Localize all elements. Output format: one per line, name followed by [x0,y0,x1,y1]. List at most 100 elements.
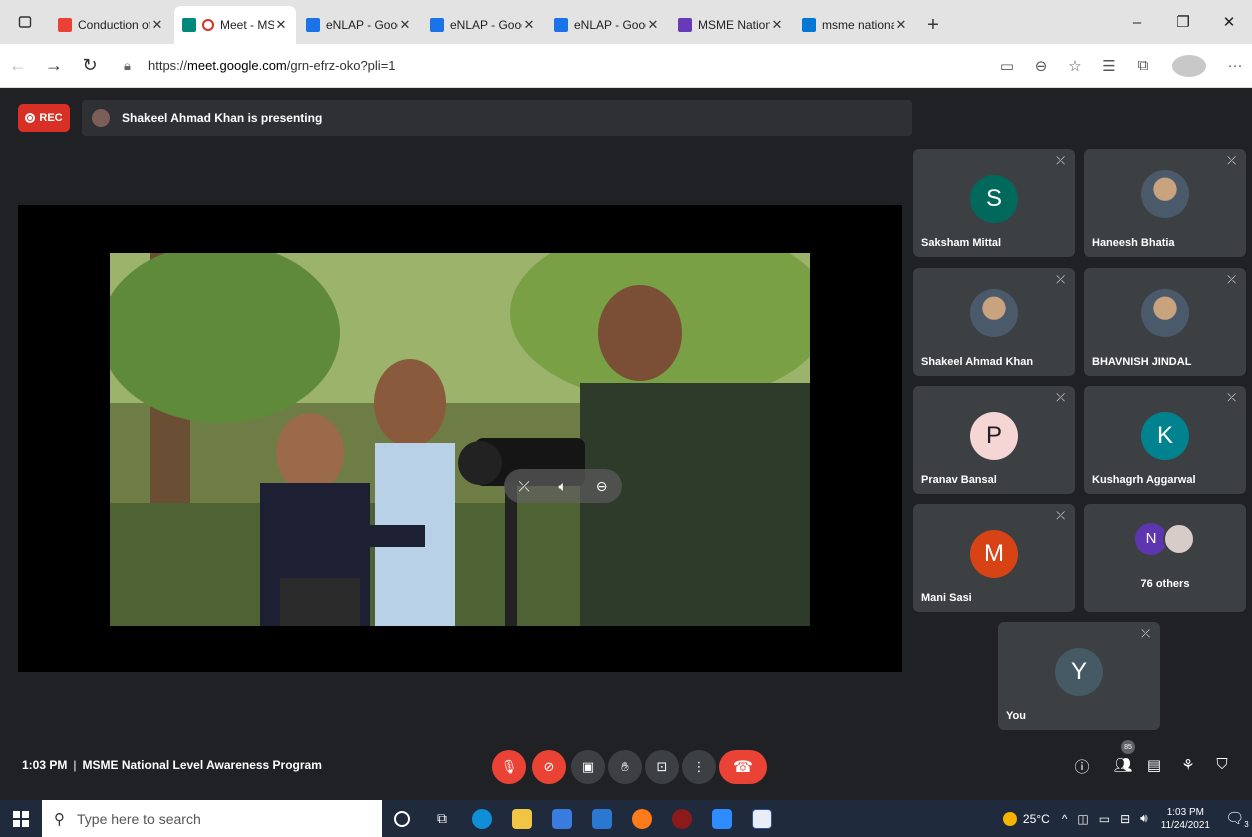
firefox-icon[interactable] [622,800,662,837]
url-host: meet.google.com [187,58,287,73]
participant-tile[interactable]: ⤫ P Pranav Bansal [913,386,1075,494]
recording-badge[interactable]: REC [18,104,70,132]
close-tab-icon[interactable]: ✕ [150,17,164,33]
close-tab-icon[interactable]: ✕ [770,17,784,33]
avatar [1141,170,1189,219]
host-controls-icon[interactable]: ⛉ [1211,756,1233,773]
participant-tile[interactable]: N 76 others [1084,504,1246,612]
pin-off-icon[interactable]: ⤫ [518,478,529,495]
favorite-add-icon[interactable]: ☆ [1058,57,1092,75]
profile-avatar[interactable] [1172,54,1206,77]
browser-tab[interactable]: eNLAP - Google✕ [546,6,668,44]
browser-tab[interactable]: MSME National L✕ [670,6,792,44]
present-button[interactable]: ⊡ [645,750,679,784]
participant-tile[interactable]: ⤫ M Mani Sasi [913,504,1075,612]
meeting-info-icon[interactable]: ⓘ [1071,756,1093,777]
avatar: Y [1055,647,1103,696]
close-tab-icon[interactable]: ✕ [646,17,660,33]
presenting-banner: Shakeel Ahmad Khan is presenting [82,100,912,136]
mic-off-button[interactable]: 🎙︎ [492,750,526,784]
close-window-icon[interactable]: ✕ [1206,13,1252,31]
url-field[interactable]: 🔒︎ https://meet.google.com/grn-efrz-oko?… [116,50,982,82]
activities-icon[interactable]: ⚘ [1177,756,1199,774]
zoom-icon[interactable]: ⊖ [1024,57,1058,75]
url-path: /grn-efrz-oko?pli=1 [286,58,396,73]
rec-label: REC [39,112,63,124]
network-icon[interactable]: ⊟ [1120,812,1130,826]
app-red-icon[interactable] [662,800,702,837]
back-button[interactable]: ← [0,55,36,76]
participant-tile[interactable]: ⤫ Shakeel Ahmad Khan [913,268,1075,376]
notification-icon[interactable]: 🗨︎3 [1222,809,1252,829]
store-icon[interactable] [542,800,582,837]
participant-tile[interactable]: ⤫ S Saksham Mittal [913,149,1075,257]
file-explorer-icon[interactable] [502,800,542,837]
taskbar-search[interactable]: ⚲ Type here to search [42,800,382,837]
tab-label: eNLAP - Google [450,18,522,32]
volume-icon[interactable]: 🔈︎ [559,478,567,495]
leave-call-button[interactable]: ☎︎ [719,750,767,784]
mic-muted-icon: ⤫ [1227,392,1236,404]
restore-icon[interactable]: ❐ [1160,13,1206,31]
people-icon[interactable]: 👥︎ [1112,756,1134,774]
forward-button[interactable]: → [36,55,72,76]
windows-icon [13,810,29,827]
windows-taskbar: ⚲ Type here to search ⧉ 25°C ^ ◫ ▭ ⊟ 🔊︎ 1… [0,800,1252,837]
camera-off-button[interactable]: ⊘ [532,750,566,784]
new-tab-button[interactable]: + [918,6,948,44]
avatar [970,289,1018,338]
close-tab-icon[interactable]: ✕ [398,17,412,33]
taskbar-clock[interactable]: 1:03 PM 11/24/2021 [1161,806,1210,832]
participant-name: Saksham Mittal [921,237,1002,249]
mail-icon[interactable] [582,800,622,837]
refresh-button[interactable]: ↻ [72,55,108,76]
minimize-icon[interactable]: ⊖ [596,478,608,495]
favorites-icon[interactable]: ☰ [1092,57,1126,75]
mic-muted-icon: ⤫ [1056,392,1065,404]
browser-tab[interactable]: eNLAP - Google✕ [422,6,544,44]
browser-tab[interactable]: eNLAP - Google✕ [298,6,420,44]
participant-tile[interactable]: ⤫ BHAVNISH JINDAL [1084,268,1246,376]
raise-hand-button[interactable]: ✋︎ [608,750,642,784]
participant-name: Pranav Bansal [921,474,997,486]
volume-icon[interactable]: 🔊︎ [1140,811,1148,826]
close-tab-icon[interactable]: ✕ [274,17,288,33]
cortana-icon[interactable] [382,800,422,837]
chat-icon[interactable]: ▤ [1143,756,1165,774]
close-tab-icon[interactable]: ✕ [522,17,536,33]
more-options-button[interactable]: ⋮ [682,750,716,784]
word-icon[interactable] [742,800,782,837]
chevron-up-icon[interactable]: ^ [1062,812,1068,826]
participant-tile[interactable]: ⤫ Y You [998,622,1160,730]
minimize-icon[interactable]: – [1114,14,1160,31]
edge-icon[interactable] [462,800,502,837]
participant-tile[interactable]: ⤫ Haneesh Bhatia [1084,149,1246,257]
more-menu-icon[interactable]: ··· [1218,57,1252,74]
browser-tab[interactable]: Conduction of M✕ [50,6,172,44]
url-prefix: https:// [148,58,188,73]
clock-time: 1:03 PM [1166,806,1204,818]
start-button[interactable] [0,800,42,837]
avatar [1163,522,1195,555]
meet-now-icon[interactable]: ◫ [1077,812,1088,826]
temperature[interactable]: 25°C [1023,812,1050,826]
weather-icon[interactable] [1002,811,1017,826]
drive-icon [430,18,444,32]
lock-icon[interactable]: 🔒︎ [124,58,138,74]
zoom-app-icon[interactable] [702,800,742,837]
close-tab-icon[interactable]: ✕ [894,17,908,33]
meeting-title[interactable]: MSME National Level Awareness Program [82,758,321,772]
presented-video[interactable]: ⤫ 🔈︎ ⊖ [110,253,810,626]
system-tray: 25°C ^ ◫ ▭ ⊟ 🔊︎ 1:03 PM 11/24/2021 🗨︎3 [1002,800,1252,837]
participant-name: Kushagrh Aggarwal [1092,474,1196,486]
avatar: K [1141,411,1189,460]
browser-tab[interactable]: Meet - MSM✕ [174,6,296,44]
collections-icon[interactable]: ⧉ [1126,57,1160,74]
browser-tab[interactable]: msme national le✕ [794,6,916,44]
camera-permission-icon[interactable]: ▭ [990,57,1024,75]
participant-tile[interactable]: ⤫ K Kushagrh Aggarwal [1084,386,1246,494]
battery-icon[interactable]: ▭ [1099,812,1110,826]
task-view-icon[interactable]: ⧉ [422,800,462,837]
tab-actions-icon[interactable] [0,0,50,44]
captions-button[interactable]: ▣ [571,750,605,784]
